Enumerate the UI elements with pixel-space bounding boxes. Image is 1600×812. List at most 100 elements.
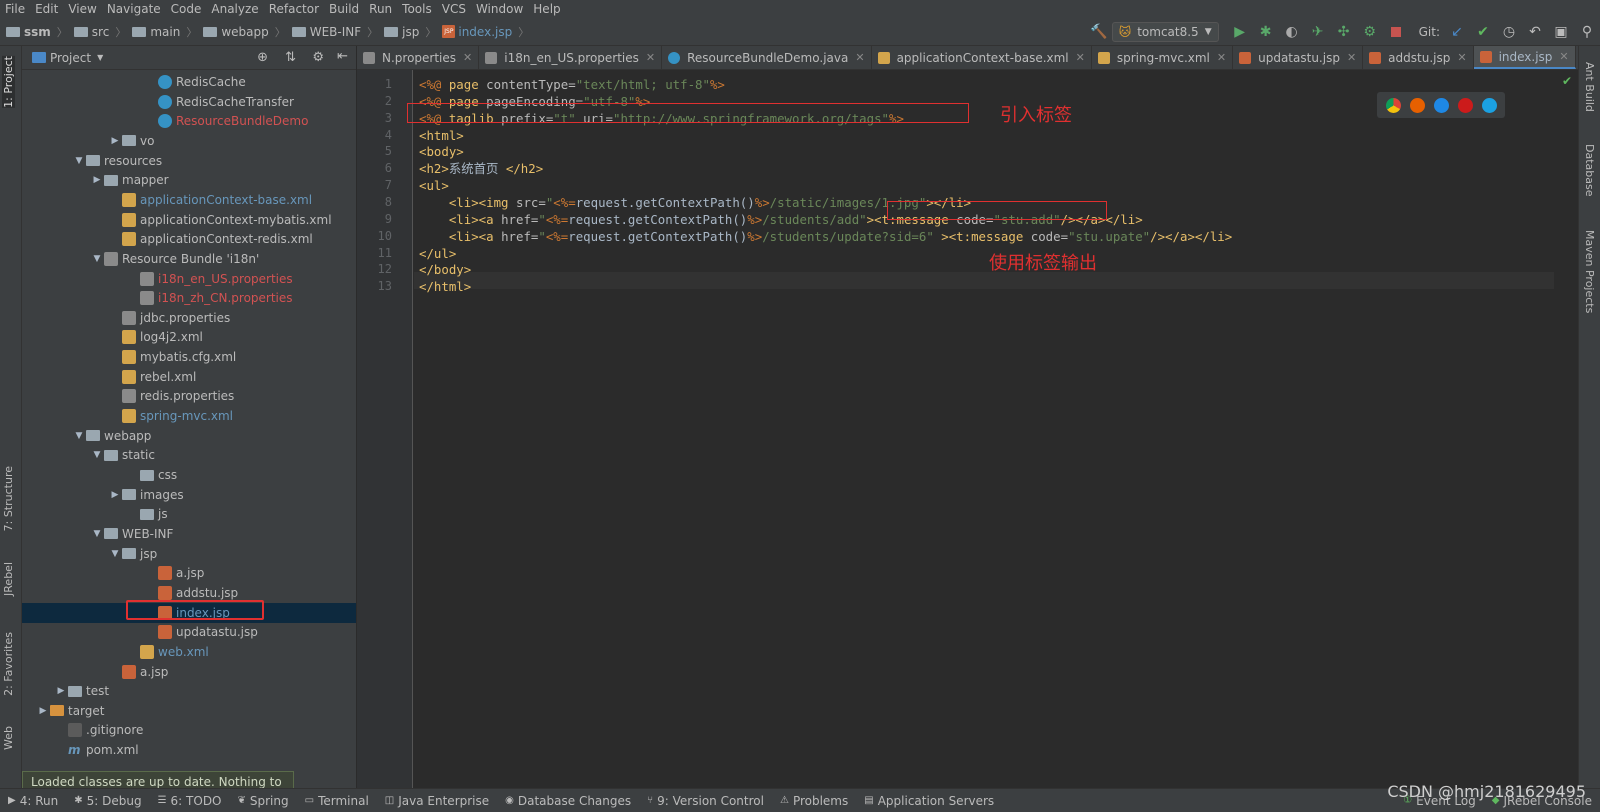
tree-item[interactable]: spring-mvc.xml <box>22 406 356 426</box>
inspection-ok-icon[interactable]: ✔ <box>1562 74 1572 88</box>
firefox-icon[interactable] <box>1409 97 1425 113</box>
tree-item[interactable]: updatastu.jsp <box>22 622 356 642</box>
tree-item[interactable]: ▼ WEB-INF <box>22 524 356 544</box>
code-text[interactable]: <%@ page contentType="text/html; utf-8"%… <box>419 70 1569 788</box>
collapse-all-icon[interactable]: ⇅ <box>285 50 296 65</box>
tree-item[interactable]: ▶ test <box>22 681 356 701</box>
tree-item[interactable]: mybatis.cfg.xml <box>22 347 356 367</box>
collapse-arrow-icon[interactable]: ▶ <box>108 490 122 500</box>
expand-arrow-icon[interactable]: ▼ <box>90 529 104 539</box>
project-panel-title[interactable]: Project <box>50 51 91 65</box>
menu-tools[interactable]: Tools <box>397 0 437 18</box>
menu-vcs[interactable]: VCS <box>437 0 471 18</box>
menu-edit[interactable]: Edit <box>30 0 63 18</box>
tree-item[interactable]: jdbc.properties <box>22 308 356 328</box>
collapse-arrow-icon[interactable]: ▶ <box>36 706 50 716</box>
tree-item[interactable]: applicationContext-mybatis.xml <box>22 210 356 230</box>
tree-item[interactable]: RedisCacheTransfer <box>22 92 356 112</box>
tree-item[interactable]: ▶ images <box>22 485 356 505</box>
tool-window-5-debug[interactable]: ✱ 5: Debug <box>66 794 149 808</box>
close-icon[interactable]: ✕ <box>1347 51 1356 64</box>
tree-item[interactable]: ▼ jsp <box>22 544 356 564</box>
search-icon[interactable]: ⚲ <box>1574 18 1600 46</box>
menu-navigate[interactable]: Navigate <box>102 0 166 18</box>
tool-project[interactable]: 1: Project <box>2 56 15 108</box>
tree-item[interactable]: applicationContext-redis.xml <box>22 229 356 249</box>
tool-jrebel[interactable]: JRebel <box>2 562 15 596</box>
tool-window-application-servers[interactable]: ▤ Application Servers <box>856 794 1002 808</box>
tree-item[interactable]: ResourceBundleDemo <box>22 111 356 131</box>
menu-view[interactable]: View <box>63 0 101 18</box>
hide-panel-icon[interactable]: ⇤ <box>337 49 348 64</box>
tool-window-6-todo[interactable]: ☰ 6: TODO <box>150 794 230 808</box>
editor-tab[interactable]: N.properties ✕ <box>357 46 480 69</box>
locate-icon[interactable]: ⊕ <box>257 50 268 65</box>
expand-arrow-icon[interactable]: ▼ <box>72 156 86 166</box>
editor-tab[interactable]: ResourceBundleDemo.java ✕ <box>662 46 872 69</box>
opera-icon[interactable] <box>1457 97 1473 113</box>
tree-item[interactable]: a.jsp <box>22 563 356 583</box>
tool-window-problems[interactable]: ⚠ Problems <box>772 794 856 808</box>
tree-item[interactable]: m pom.xml <box>22 740 356 760</box>
tree-item[interactable]: i18n_zh_CN.properties <box>22 288 356 308</box>
tool-window-9-version-control[interactable]: ⑂ 9: Version Control <box>639 794 772 808</box>
attach-icon[interactable]: ⚙ <box>1357 18 1383 46</box>
git-commit-icon[interactable]: ✔ <box>1470 18 1496 46</box>
tree-item[interactable]: i18n_en_US.properties <box>22 269 356 289</box>
coverage-icon[interactable]: ◐ <box>1279 18 1305 46</box>
tree-item[interactable]: a.jsp <box>22 662 356 682</box>
breadcrumb-item[interactable]: main 〉 <box>126 24 197 40</box>
menu-help[interactable]: Help <box>528 0 565 18</box>
tree-item[interactable]: RedisCache <box>22 72 356 92</box>
close-icon[interactable]: ✕ <box>1457 51 1466 64</box>
tree-item[interactable]: ▶ target <box>22 701 356 721</box>
tree-item[interactable]: ▼ static <box>22 445 356 465</box>
tool-database[interactable]: Database <box>1583 144 1596 197</box>
menu-analyze[interactable]: Analyze <box>206 0 263 18</box>
tree-item[interactable]: applicationContext-base.xml <box>22 190 356 210</box>
tool-window-4-run[interactable]: ▶ 4: Run <box>0 794 66 808</box>
tree-item[interactable]: log4j2.xml <box>22 327 356 347</box>
close-icon[interactable]: ✕ <box>855 51 864 64</box>
tool-window-terminal[interactable]: ▭ Terminal <box>297 794 377 808</box>
expand-arrow-icon[interactable]: ▼ <box>90 450 104 460</box>
collapse-arrow-icon[interactable]: ▶ <box>108 136 122 146</box>
tree-item[interactable]: ▼ webapp <box>22 426 356 446</box>
breadcrumb-item[interactable]: WEB-INF 〉 <box>286 24 378 40</box>
tool-window-java-enterprise[interactable]: ◫ Java Enterprise <box>377 794 497 808</box>
run-icon[interactable]: ▶ <box>1227 18 1253 46</box>
tree-item[interactable]: redis.properties <box>22 386 356 406</box>
expand-arrow-icon[interactable]: ▼ <box>90 254 104 264</box>
tree-item[interactable]: .gitignore <box>22 720 356 740</box>
tool-window-database-changes[interactable]: ◉ Database Changes <box>497 794 639 808</box>
menu-run[interactable]: Run <box>364 0 397 18</box>
tree-item[interactable]: ▼ resources <box>22 151 356 171</box>
menu-build[interactable]: Build <box>324 0 364 18</box>
editor-tab[interactable]: i18n_en_US.properties ✕ <box>479 46 663 69</box>
breadcrumb-item[interactable]: jsp 〉 <box>378 24 436 40</box>
history-icon[interactable]: ◷ <box>1496 18 1522 46</box>
tree-item[interactable]: ▶ mapper <box>22 170 356 190</box>
menu-refactor[interactable]: Refactor <box>264 0 324 18</box>
tool-ant-build[interactable]: Ant Build <box>1583 62 1596 112</box>
close-icon[interactable]: ✕ <box>463 51 472 64</box>
menu-file[interactable]: File <box>0 0 30 18</box>
collapse-arrow-icon[interactable]: ▶ <box>90 175 104 185</box>
editor-tab[interactable]: addstu.jsp ✕ <box>1363 46 1474 69</box>
menu-window[interactable]: Window <box>471 0 528 18</box>
breadcrumb-item[interactable]: webapp 〉 <box>197 24 286 40</box>
close-icon[interactable]: ✕ <box>646 51 655 64</box>
tool-web[interactable]: Web <box>2 726 15 750</box>
tool-structure[interactable]: 7: Structure <box>2 466 15 531</box>
chevron-down-icon[interactable]: ▼ <box>97 53 103 62</box>
tree-item[interactable]: web.xml <box>22 642 356 662</box>
ie-icon[interactable] <box>1481 97 1497 113</box>
tool-window-spring[interactable]: ❦ Spring <box>230 794 297 808</box>
close-icon[interactable]: ✕ <box>1076 51 1085 64</box>
editor-tab[interactable]: applicationContext-base.xml ✕ <box>872 46 1092 69</box>
breadcrumb-item[interactable]: src 〉 <box>68 24 126 40</box>
tree-item[interactable]: css <box>22 465 356 485</box>
expand-arrow-icon[interactable]: ▼ <box>108 549 122 559</box>
breadcrumb-item[interactable]: JSP index.jsp 〉 <box>436 24 529 40</box>
close-icon[interactable]: ✕ <box>1217 51 1226 64</box>
